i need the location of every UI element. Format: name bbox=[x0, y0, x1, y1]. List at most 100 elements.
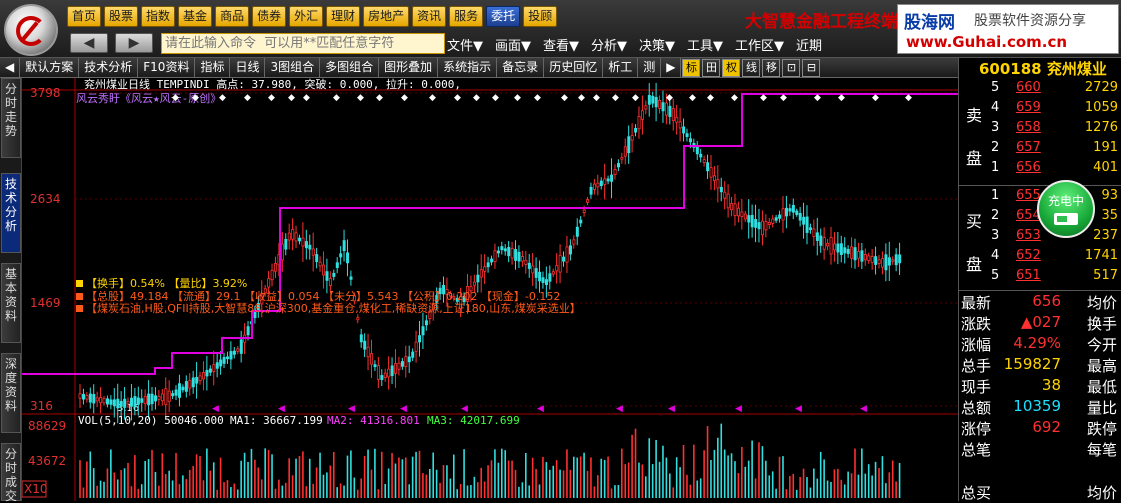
toolbar-icon-3[interactable]: 线 bbox=[742, 58, 761, 77]
ask-row-1[interactable]: 1 656 401 bbox=[989, 160, 1121, 178]
ask-row-4[interactable]: 4 659 1059 bbox=[989, 100, 1121, 118]
menu-item-0[interactable]: 首页 bbox=[67, 6, 102, 27]
menu-item-8[interactable]: 房地产 bbox=[363, 6, 410, 27]
signal-marker: ◆ bbox=[593, 93, 600, 103]
toolbar-item-11[interactable]: 析工 bbox=[603, 58, 639, 77]
menu-item-5[interactable]: 债券 bbox=[252, 6, 287, 27]
bid-row-4[interactable]: 4 652 1741 bbox=[989, 248, 1121, 266]
menu-item-1[interactable]: 股票 bbox=[104, 6, 139, 27]
volume: 1276 bbox=[1084, 120, 1118, 135]
toolbar-item-5[interactable]: 3图组合 bbox=[265, 58, 321, 77]
toolbar-item-12[interactable]: 测 bbox=[638, 58, 662, 77]
menu2-item-3[interactable]: 分析▼ bbox=[591, 35, 627, 54]
back-button[interactable]: ◀ bbox=[70, 33, 108, 53]
toolbar-item-3[interactable]: 指标 bbox=[195, 58, 231, 77]
left-tab-0[interactable]: 分时走势 bbox=[1, 78, 21, 158]
candle-body bbox=[411, 351, 415, 358]
menu2-item-2[interactable]: 查看▼ bbox=[543, 35, 579, 54]
signal-marker: ◆ bbox=[473, 93, 480, 103]
candle-body bbox=[274, 263, 278, 272]
candle-body bbox=[815, 232, 819, 241]
candle-body bbox=[92, 393, 96, 404]
toolbar-item-8[interactable]: 系统指示 bbox=[438, 58, 498, 77]
candle-body bbox=[380, 375, 384, 381]
menu2-item-0[interactable]: 文件▼ bbox=[447, 35, 483, 54]
y-label-2: 1469 bbox=[30, 296, 61, 310]
command-input[interactable] bbox=[161, 33, 445, 54]
signal-marker: ◆ bbox=[578, 93, 585, 103]
candle-body bbox=[356, 317, 360, 321]
candle-body bbox=[623, 146, 627, 157]
candle-body bbox=[712, 175, 716, 181]
candle-body bbox=[102, 398, 106, 404]
menu2-item-6[interactable]: 工作区▼ bbox=[735, 35, 784, 54]
left-tab-4[interactable]: 分时成交 bbox=[1, 443, 21, 503]
toolbar-item-7[interactable]: 图形叠加 bbox=[379, 58, 439, 77]
forward-button[interactable]: ▶ bbox=[115, 33, 153, 53]
candle-body bbox=[802, 216, 806, 225]
menu-item-7[interactable]: 理财 bbox=[326, 6, 361, 27]
toolbar-item-0[interactable]: 默认方案 bbox=[20, 58, 80, 77]
level: 4 bbox=[991, 100, 1000, 115]
menu-item-4[interactable]: 商品 bbox=[215, 6, 250, 27]
toolbar-item-10[interactable]: 历史回忆 bbox=[544, 58, 604, 77]
menu-item-11[interactable]: 委托 bbox=[486, 6, 521, 27]
menu2-item-5[interactable]: 工具▼ bbox=[687, 35, 723, 54]
charging-badge[interactable]: 充电中 bbox=[1037, 180, 1095, 238]
menu2-item-7[interactable]: 近期 bbox=[796, 35, 822, 54]
candle-body bbox=[812, 228, 816, 237]
left-tab-2[interactable]: 基本资料 bbox=[1, 263, 21, 343]
candle-body bbox=[205, 370, 209, 377]
toolbar-right-arrow-icon[interactable]: ▶ bbox=[661, 58, 682, 77]
candle-body bbox=[898, 254, 902, 264]
menu-item-2[interactable]: 指数 bbox=[141, 6, 176, 27]
candle-body bbox=[421, 326, 425, 336]
y-label-1: 2634 bbox=[30, 192, 61, 206]
level: 5 bbox=[991, 80, 1000, 95]
candle-body bbox=[490, 258, 494, 263]
left-tab-1[interactable]: 技术分析 bbox=[1, 173, 21, 253]
candle-body bbox=[568, 245, 572, 255]
menu-item-6[interactable]: 外汇 bbox=[289, 6, 324, 27]
candle-body bbox=[143, 395, 147, 405]
toolbar-icon-1[interactable]: 田 bbox=[702, 58, 721, 77]
menu2-item-1[interactable]: 画面▼ bbox=[495, 35, 531, 54]
chart-subheader: 风云秀盱《风云★风云-原创》 bbox=[76, 92, 221, 105]
toolbar-item-2[interactable]: F10资料 bbox=[138, 58, 196, 77]
ask-row-3[interactable]: 3 658 1276 bbox=[989, 120, 1121, 138]
candle-body bbox=[589, 186, 593, 195]
candle-body bbox=[826, 242, 830, 247]
left-tab-3[interactable]: 深度资料 bbox=[1, 353, 21, 433]
toolbar-icon-6[interactable]: ⊟ bbox=[802, 58, 821, 77]
toolbar-item-4[interactable]: 日线 bbox=[230, 58, 266, 77]
stat-row-1: 涨跌 ▲027 换手 bbox=[961, 313, 1117, 333]
toolbar-icon-5[interactable]: ⊡ bbox=[782, 58, 801, 77]
toolbar-icon-0[interactable]: 标 bbox=[682, 58, 701, 77]
ask-row-5[interactable]: 5 660 2729 bbox=[989, 80, 1121, 98]
vol-y-label-0: 88629 bbox=[28, 419, 66, 433]
menu-item-9[interactable]: 资讯 bbox=[412, 6, 447, 27]
volume: 35 bbox=[1101, 208, 1118, 223]
toolbar-icon-4[interactable]: 移 bbox=[762, 58, 781, 77]
forward-arrow-icon: ▶ bbox=[128, 35, 140, 51]
candle-body bbox=[884, 254, 888, 271]
stats-divider bbox=[959, 290, 1121, 291]
candle-body bbox=[627, 136, 631, 154]
menu-item-10[interactable]: 服务 bbox=[449, 6, 484, 27]
price: 657 bbox=[1016, 140, 1041, 155]
candle-body bbox=[346, 252, 350, 264]
toolbar-item-6[interactable]: 多图组合 bbox=[320, 58, 380, 77]
menu-item-3[interactable]: 基金 bbox=[178, 6, 213, 27]
app-logo-icon[interactable] bbox=[4, 4, 58, 56]
ask-row-2[interactable]: 2 657 191 bbox=[989, 140, 1121, 158]
period-marker: ◀ bbox=[278, 404, 285, 414]
toolbar-icon-2[interactable]: 权 bbox=[722, 58, 741, 77]
toolbar-item-1[interactable]: 技术分析 bbox=[79, 58, 139, 77]
bid-row-5[interactable]: 5 651 517 bbox=[989, 268, 1121, 286]
menu2-item-4[interactable]: 决策▼ bbox=[639, 35, 675, 54]
candle-body bbox=[671, 108, 675, 122]
candle-body bbox=[150, 393, 154, 405]
toolbar-left-arrow-icon[interactable]: ◀ bbox=[0, 58, 21, 77]
menu-item-12[interactable]: 投顾 bbox=[523, 6, 558, 27]
toolbar-item-9[interactable]: 备忘录 bbox=[497, 58, 545, 77]
